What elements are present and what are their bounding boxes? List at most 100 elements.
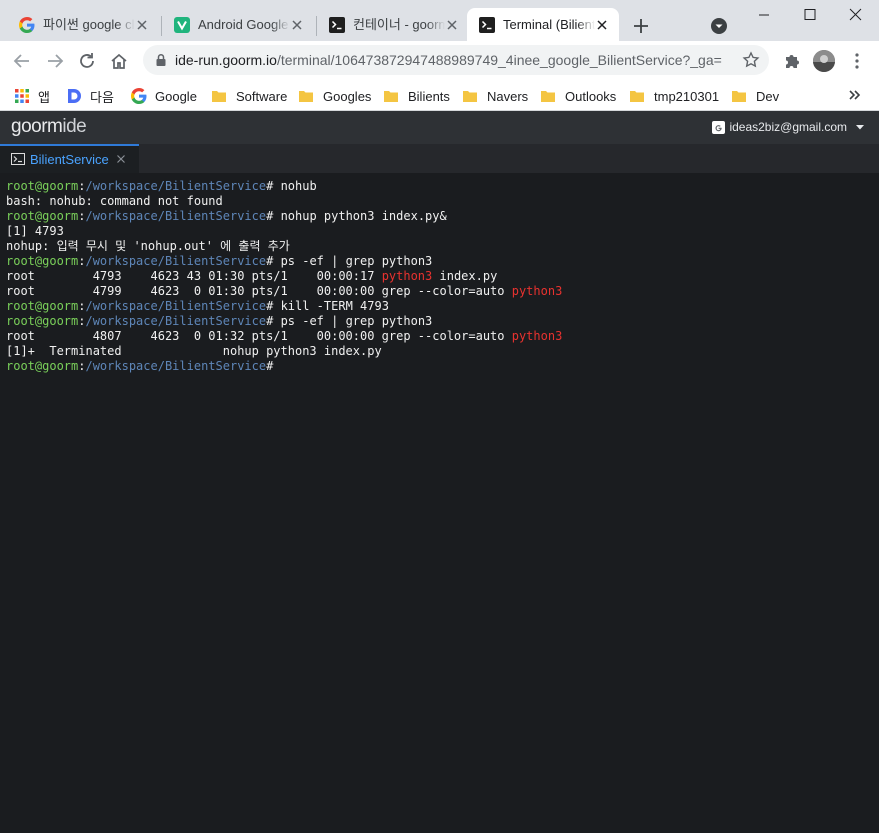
bookmark-folder-outlooks[interactable]: Outlooks	[541, 85, 616, 107]
bookmark-label: Navers	[487, 88, 529, 104]
extensions-puzzle-icon[interactable]	[781, 50, 803, 72]
terminal-output-line: bash: nohub: command not found	[6, 194, 562, 209]
prompt-command: nohup python3 index.py&	[280, 209, 447, 223]
output-text: nohup: 입력 무시 및 'nohup.out' 에 출력 추가	[6, 239, 290, 253]
terminal-output-line: root 4807 4623 0 01:32 pts/1 00:00:00 gr…	[6, 329, 562, 344]
prompt-path: /workspace/BilientService	[85, 359, 267, 373]
close-tab-icon[interactable]	[443, 16, 461, 34]
maximize-icon[interactable]	[787, 0, 833, 30]
bookmark-folder-bilients[interactable]: Bilients	[384, 85, 450, 107]
logo-suffix: ide	[62, 116, 87, 137]
terminal-output: root@goorm:/workspace/BilientService# no…	[6, 179, 562, 374]
prompt-path: /workspace/BilientService	[85, 299, 267, 313]
google-g-icon	[131, 88, 147, 104]
goorm-ide-header: goormide ideas2biz@gmail.com	[0, 111, 879, 144]
prompt-command: nohub	[280, 179, 317, 193]
terminal-output-line: [1] 4793	[6, 224, 562, 239]
browser-tab-title: Terminal (BilientService)	[503, 17, 595, 32]
bookmarks-bar: 앱 다음 Google Software Googles Bilients Na…	[0, 80, 879, 111]
terminal-prompt-line: root@goorm:/workspace/BilientService# ki…	[6, 299, 562, 314]
prompt-user: root@goorm	[6, 209, 79, 223]
bookmark-folder-software[interactable]: Software	[212, 85, 287, 107]
folder-icon	[212, 91, 226, 102]
terminal-icon	[479, 17, 495, 33]
browser-tab-1[interactable]: 파이썬 google cloud	[7, 8, 159, 41]
terminal-prompt-line: root@goorm:/workspace/BilientService# no…	[6, 209, 562, 224]
account-email: ideas2biz@gmail.com	[729, 120, 847, 134]
bookmark-daum[interactable]: 다음	[66, 85, 114, 107]
bookmark-folder-navers[interactable]: Navers	[463, 85, 528, 107]
output-text: root 4793 4623 43 01:30 pts/1 00:00:17	[6, 269, 382, 283]
profile-avatar[interactable]	[813, 50, 835, 72]
folder-icon	[384, 91, 398, 102]
browser-tab-title: 컨테이너 - goorm	[353, 17, 445, 32]
terminal-prompt-line: root@goorm:/workspace/BilientService# ps…	[6, 314, 562, 329]
google-account-icon	[712, 120, 726, 134]
back-arrow-icon[interactable]	[11, 50, 33, 72]
terminal-prompt-line: root@goorm:/workspace/BilientService# no…	[6, 179, 562, 194]
lock-icon[interactable]	[154, 53, 168, 67]
prompt-symbol: #	[266, 359, 281, 373]
terminal-prompt-line: root@goorm:/workspace/BilientService# ps…	[6, 254, 562, 269]
browser-tab-4-active[interactable]: Terminal (BilientService)	[467, 8, 619, 41]
bookmark-folder-tmp210301[interactable]: tmp210301	[630, 85, 719, 107]
bookmark-folder-dev[interactable]: Dev	[732, 85, 779, 107]
tab-search-icon[interactable]	[709, 16, 729, 36]
terminal-pane[interactable]: root@goorm:/workspace/BilientService# no…	[0, 173, 879, 833]
prompt-user: root@goorm	[6, 359, 79, 373]
reload-icon[interactable]	[76, 50, 98, 72]
prompt-user: root@goorm	[6, 314, 79, 328]
bookmark-label: Googles	[323, 88, 372, 104]
browser-tab-2[interactable]: Android Google Play	[162, 8, 314, 41]
folder-icon	[630, 91, 644, 102]
bookmark-label: Google	[155, 88, 197, 104]
terminal-output-line: [1]+ Terminated nohup python3 index.py	[6, 344, 562, 359]
output-text: index.py	[432, 269, 498, 283]
bookmark-star-icon[interactable]	[742, 51, 760, 69]
bookmark-label: Dev	[756, 88, 780, 104]
url-host: ide-run.goorm.io	[175, 52, 277, 68]
browser-tab-title: 파이썬 google cloud	[43, 17, 135, 32]
prompt-path: /workspace/BilientService	[85, 179, 267, 193]
minimize-icon[interactable]	[741, 0, 787, 30]
prompt-symbol: #	[266, 209, 281, 223]
bookmark-folder-googles[interactable]: Googles	[299, 85, 371, 107]
folder-icon	[732, 91, 746, 102]
close-tab-icon[interactable]	[593, 16, 611, 34]
browser-window: 파이썬 google cloud Android Google Play 컨테이…	[0, 0, 879, 833]
more-menu-icon[interactable]	[846, 50, 868, 72]
account-menu[interactable]: ideas2biz@gmail.com	[712, 120, 865, 134]
daum-icon	[68, 89, 81, 103]
output-text: root 4807 4623 0 01:32 pts/1 00:00:00 gr…	[6, 329, 512, 343]
bookmark-label: Outlooks	[565, 88, 617, 104]
goorm-ide-logo[interactable]: goormide	[11, 116, 87, 137]
prompt-path: /workspace/BilientService	[85, 314, 267, 328]
terminal-prompt-line: root@goorm:/workspace/BilientService#	[6, 359, 562, 374]
output-text: root 4799 4623 0 01:30 pts/1 00:00:00 gr…	[6, 284, 512, 298]
close-window-icon[interactable]	[833, 0, 879, 30]
chevron-down-icon	[856, 125, 864, 130]
bookmark-label: 앱	[38, 89, 50, 105]
browser-tab-3[interactable]: 컨테이너 - goorm	[317, 8, 469, 41]
tab-bilientservice[interactable]: BilientService	[0, 144, 139, 173]
bookmark-apps[interactable]: 앱	[14, 85, 50, 107]
terminal-output-line: root 4799 4623 0 01:30 pts/1 00:00:00 gr…	[6, 284, 562, 299]
address-bar[interactable]: ide-run.goorm.io/terminal/10647387294748…	[143, 45, 769, 75]
more-bookmarks-chevron-icon[interactable]	[846, 86, 864, 104]
url-text[interactable]: ide-run.goorm.io/terminal/10647387294748…	[175, 52, 731, 68]
bookmark-label: tmp210301	[654, 88, 720, 104]
close-tab-icon[interactable]	[288, 16, 306, 34]
bookmark-label: Bilients	[408, 88, 450, 104]
google-g-icon	[19, 17, 35, 33]
output-text: [1] 4793	[6, 224, 64, 238]
profile-photo-icon	[813, 50, 835, 72]
forward-arrow-icon[interactable]	[44, 50, 66, 72]
bookmark-google[interactable]: Google	[131, 85, 197, 107]
prompt-user: root@goorm	[6, 254, 79, 268]
logo-main: goorm	[11, 116, 63, 137]
close-tab-icon[interactable]	[133, 16, 151, 34]
close-tab-icon[interactable]	[116, 154, 126, 164]
terminal-icon	[329, 17, 345, 33]
new-tab-plus-icon[interactable]	[630, 15, 652, 37]
home-icon[interactable]	[108, 50, 130, 72]
